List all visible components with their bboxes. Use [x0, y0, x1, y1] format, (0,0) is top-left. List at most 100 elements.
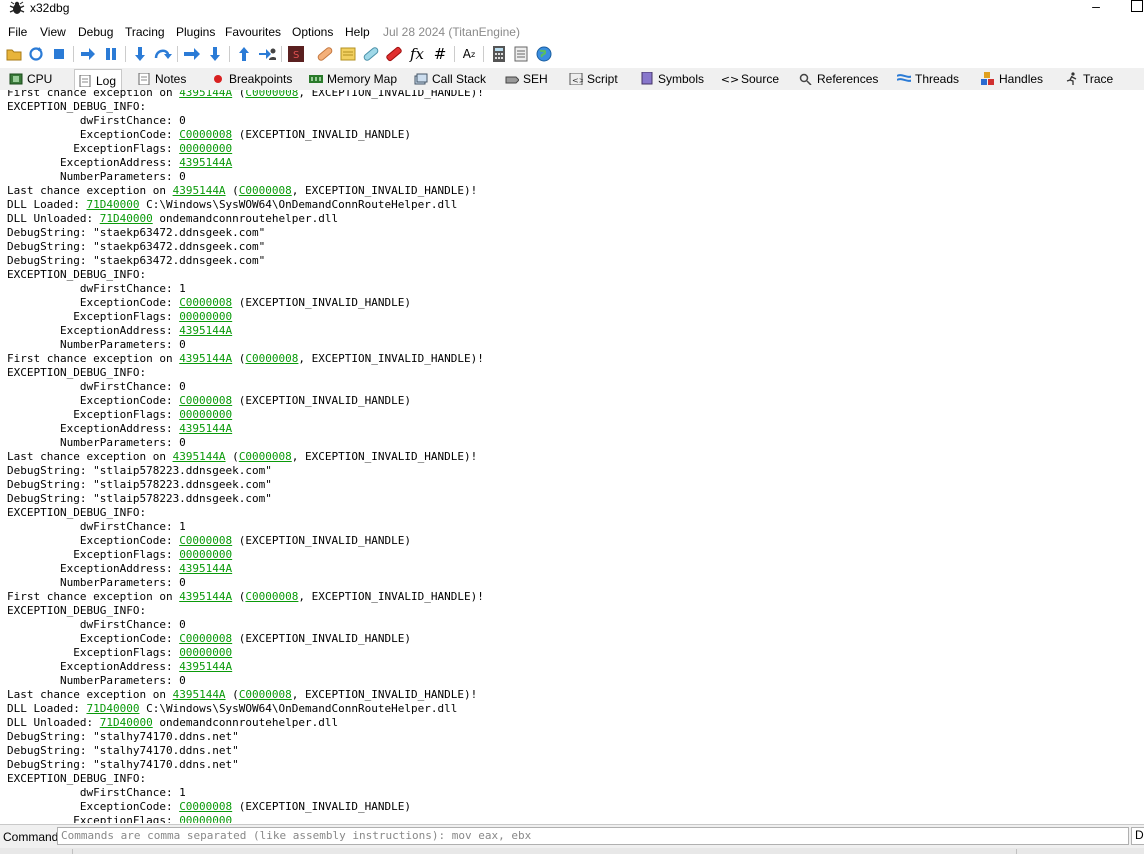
- address-link[interactable]: 4395144A: [179, 660, 232, 673]
- tab-script[interactable]: <> Script: [569, 69, 629, 89]
- log-text-segment: NumberParameters: 0: [7, 338, 186, 351]
- address-link[interactable]: 4395144A: [173, 688, 226, 701]
- address-link[interactable]: 4395144A: [179, 422, 232, 435]
- tab-trace[interactable]: Trace: [1065, 69, 1125, 89]
- menu-file[interactable]: File: [8, 25, 27, 39]
- address-link[interactable]: 71D40000: [86, 702, 139, 715]
- address-link[interactable]: 4395144A: [179, 156, 232, 169]
- comment-icon[interactable]: [339, 45, 357, 63]
- tab-handles[interactable]: Handles: [981, 69, 1051, 89]
- log-line: DLL Loaded: 71D40000 C:\Windows\SysWOW64…: [7, 702, 484, 716]
- tab-call-stack[interactable]: Call Stack: [414, 69, 494, 89]
- menu-tracing[interactable]: Tracing: [125, 25, 165, 39]
- log-line: ExceptionAddress: 4395144A: [7, 156, 484, 170]
- log-view[interactable]: First chance exception on 4395144A (C000…: [0, 90, 1144, 823]
- restart-icon[interactable]: [27, 45, 45, 63]
- address-link[interactable]: C0000008: [239, 450, 292, 463]
- tab-threads[interactable]: Threads: [897, 69, 965, 89]
- address-link[interactable]: 4395144A: [179, 352, 232, 365]
- bookmark-icon[interactable]: [385, 45, 403, 63]
- address-link[interactable]: 4395144A: [179, 324, 232, 337]
- address-link[interactable]: C0000008: [239, 688, 292, 701]
- pause-icon[interactable]: [102, 45, 120, 63]
- tab-symbols[interactable]: Symbols: [640, 69, 710, 89]
- build-date: Jul 28 2024 (TitanEngine): [383, 25, 520, 39]
- address-link[interactable]: 4395144A: [173, 450, 226, 463]
- seh-icon: [505, 73, 519, 85]
- tab-seh[interactable]: SEH: [505, 69, 557, 89]
- run-to-user-code-icon[interactable]: [258, 45, 276, 63]
- address-link[interactable]: 71D40000: [100, 716, 153, 729]
- maximize-button[interactable]: [1131, 0, 1143, 12]
- address-link[interactable]: C0000008: [179, 296, 232, 309]
- run-icon[interactable]: [79, 45, 97, 63]
- execute-till-return-icon[interactable]: [235, 45, 253, 63]
- menu-debug[interactable]: Debug: [78, 25, 113, 39]
- address-link[interactable]: C0000008: [245, 352, 298, 365]
- patch-icon[interactable]: [316, 45, 334, 63]
- address-link[interactable]: 00000000: [179, 646, 232, 659]
- trace-over-icon[interactable]: [206, 45, 224, 63]
- open-icon[interactable]: [5, 45, 23, 63]
- address-link[interactable]: 00000000: [179, 548, 232, 561]
- tab-label: Handles: [999, 72, 1044, 86]
- log-line: DebugString: "stlaip578223.ddnsgeek.com": [7, 478, 484, 492]
- address-link[interactable]: 00000000: [179, 310, 232, 323]
- references-icon: [799, 73, 813, 85]
- tab-notes[interactable]: Notes: [137, 69, 197, 89]
- address-link[interactable]: C0000008: [245, 590, 298, 603]
- calculator-icon[interactable]: [490, 45, 508, 63]
- tab-memory-map[interactable]: Memory Map: [309, 69, 399, 89]
- command-mode-select[interactable]: Default: [1131, 827, 1144, 845]
- menu-help[interactable]: Help: [345, 25, 370, 39]
- toolbar: S fx # Az: [0, 42, 1144, 68]
- menu-favourites[interactable]: Favourites: [225, 25, 281, 39]
- address-link[interactable]: C0000008: [179, 394, 232, 407]
- tab-log[interactable]: Log: [74, 69, 122, 91]
- function-icon[interactable]: fx: [408, 45, 426, 63]
- log-line: ExceptionCode: C0000008 (EXCEPTION_INVAL…: [7, 128, 484, 142]
- address-link[interactable]: C0000008: [239, 184, 292, 197]
- address-link[interactable]: 00000000: [179, 408, 232, 421]
- notepad-icon[interactable]: [512, 45, 530, 63]
- address-link[interactable]: 4395144A: [179, 590, 232, 603]
- address-link[interactable]: 00000000: [179, 142, 232, 155]
- tab-source[interactable]: <> Source: [721, 69, 783, 89]
- log-text-segment: (EXCEPTION_INVALID_HANDLE): [232, 534, 411, 547]
- address-link[interactable]: C0000008: [179, 128, 232, 141]
- log-text-segment: DebugString: "staekp63472.ddnsgeek.com": [7, 226, 266, 239]
- address-link[interactable]: 4395144A: [173, 184, 226, 197]
- step-over-icon[interactable]: [154, 45, 172, 63]
- address-link[interactable]: C0000008: [245, 90, 298, 99]
- address-link[interactable]: 4395144A: [179, 90, 232, 99]
- globe-icon[interactable]: [535, 45, 553, 63]
- tab-label: References: [817, 72, 879, 86]
- trace-into-icon[interactable]: [183, 45, 201, 63]
- address-link[interactable]: 4395144A: [179, 562, 232, 575]
- menu-options[interactable]: Options: [292, 25, 333, 39]
- log-line: dwFirstChance: 0: [7, 380, 484, 394]
- tab-references[interactable]: References: [799, 69, 884, 89]
- tab-breakpoints[interactable]: Breakpoints: [211, 69, 296, 89]
- command-input[interactable]: Commands are comma separated (like assem…: [57, 827, 1129, 845]
- svg-text:<>: <>: [572, 76, 583, 85]
- address-link[interactable]: C0000008: [179, 632, 232, 645]
- hash-icon[interactable]: #: [431, 45, 449, 63]
- log-line: dwFirstChance: 1: [7, 786, 484, 800]
- menu-view[interactable]: View: [40, 25, 66, 39]
- font-icon[interactable]: Az: [460, 45, 478, 63]
- address-link[interactable]: 71D40000: [100, 212, 153, 225]
- stop-icon[interactable]: [50, 45, 68, 63]
- scylla-icon[interactable]: S: [287, 45, 305, 63]
- menu-plugins[interactable]: Plugins: [176, 25, 215, 39]
- log-text-segment: EXCEPTION_DEBUG_INFO:: [7, 268, 147, 281]
- address-link[interactable]: C0000008: [179, 534, 232, 547]
- address-link[interactable]: C0000008: [179, 800, 232, 813]
- tab-cpu[interactable]: CPU: [9, 69, 62, 89]
- log-line: dwFirstChance: 0: [7, 114, 484, 128]
- address-link[interactable]: 00000000: [179, 814, 232, 823]
- label-icon[interactable]: [362, 45, 380, 63]
- step-into-icon[interactable]: [131, 45, 149, 63]
- address-link[interactable]: 71D40000: [86, 198, 139, 211]
- minimize-button[interactable]: –: [1090, 0, 1102, 14]
